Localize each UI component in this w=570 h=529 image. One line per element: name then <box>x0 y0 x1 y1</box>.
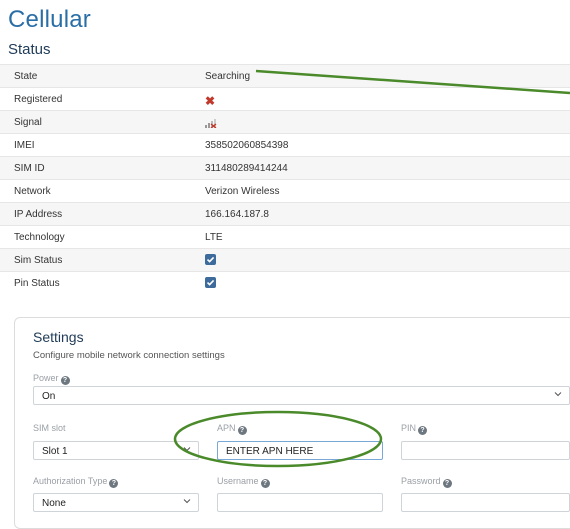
status-label: IMEI <box>14 140 35 151</box>
status-row-registered: Registered ✖ <box>0 87 570 111</box>
x-mark-icon: ✖ <box>205 94 216 108</box>
status-value: 166.164.187.8 <box>205 209 269 220</box>
username-label-text: Username <box>217 476 259 486</box>
auth-type-label: Authorization Type? <box>33 476 119 488</box>
status-value: Verizon Wireless <box>205 186 280 197</box>
status-label: SIM ID <box>14 163 45 174</box>
help-icon[interactable]: ? <box>237 426 247 435</box>
status-row-network: Network Verizon Wireless <box>0 179 570 203</box>
help-icon[interactable]: ? <box>442 479 452 488</box>
status-label: IP Address <box>14 209 63 220</box>
status-row-technology: Technology LTE <box>0 225 570 249</box>
status-value: Searching <box>205 71 251 82</box>
status-label: Network <box>14 186 51 197</box>
pin-label: PIN? <box>401 423 428 435</box>
power-select-value: On <box>42 391 56 402</box>
status-row-pin-status: Pin Status <box>0 271 570 295</box>
status-label: Technology <box>14 232 65 243</box>
password-label: Password? <box>401 476 452 488</box>
sim-status-checkbox <box>205 254 216 265</box>
status-label: State <box>14 71 38 82</box>
apn-label-text: APN <box>217 423 236 433</box>
status-label: Registered <box>14 94 63 105</box>
status-label: Pin Status <box>14 278 60 289</box>
status-section-title: Status <box>8 41 51 58</box>
status-row-signal: Signal <box>0 110 570 134</box>
signal-icon <box>205 117 217 131</box>
password-input[interactable] <box>401 493 570 512</box>
auth-type-label-text: Authorization Type <box>33 476 108 486</box>
power-label: Power? <box>33 373 70 385</box>
page-title: Cellular <box>8 6 91 33</box>
status-row-state: State Searching <box>0 64 570 88</box>
apn-input-value: ENTER APN HERE <box>226 446 314 457</box>
pin-label-text: PIN <box>401 423 417 433</box>
apn-input[interactable]: ENTER APN HERE <box>217 441 383 460</box>
pin-status-checkbox <box>205 277 216 288</box>
status-value: 311480289414244 <box>205 163 288 174</box>
auth-type-value: None <box>42 498 66 509</box>
chevron-down-icon <box>554 392 562 397</box>
status-row-sim-status: Sim Status <box>0 248 570 272</box>
settings-title: Settings <box>33 329 84 345</box>
chevron-down-icon <box>183 499 191 504</box>
status-label: Sim Status <box>14 255 63 266</box>
help-icon[interactable]: ? <box>260 479 270 488</box>
chevron-down-icon <box>183 447 191 452</box>
sim-slot-label: SIM slot <box>33 423 66 433</box>
power-select[interactable]: On <box>33 386 570 405</box>
username-input[interactable] <box>217 493 383 512</box>
status-value: LTE <box>205 232 223 243</box>
apn-label: APN? <box>217 423 247 435</box>
settings-description: Configure mobile network connection sett… <box>33 350 225 361</box>
password-label-text: Password <box>401 476 441 486</box>
help-icon[interactable]: ? <box>60 376 70 385</box>
settings-card: Settings Configure mobile network connec… <box>14 317 570 529</box>
username-label: Username? <box>217 476 270 488</box>
auth-type-select[interactable]: None <box>33 493 199 512</box>
help-icon[interactable]: ? <box>109 479 119 488</box>
status-row-imei: IMEI 358502060854398 <box>0 133 570 157</box>
sim-slot-value: Slot 1 <box>42 446 68 457</box>
sim-slot-select[interactable]: Slot 1 <box>33 441 199 460</box>
power-label-text: Power <box>33 373 59 383</box>
status-row-sim-id: SIM ID 311480289414244 <box>0 156 570 180</box>
help-icon[interactable]: ? <box>418 426 428 435</box>
pin-input[interactable] <box>401 441 570 460</box>
status-row-ip-address: IP Address 166.164.187.8 <box>0 202 570 226</box>
status-value: 358502060854398 <box>205 140 289 151</box>
status-label: Signal <box>14 117 42 128</box>
